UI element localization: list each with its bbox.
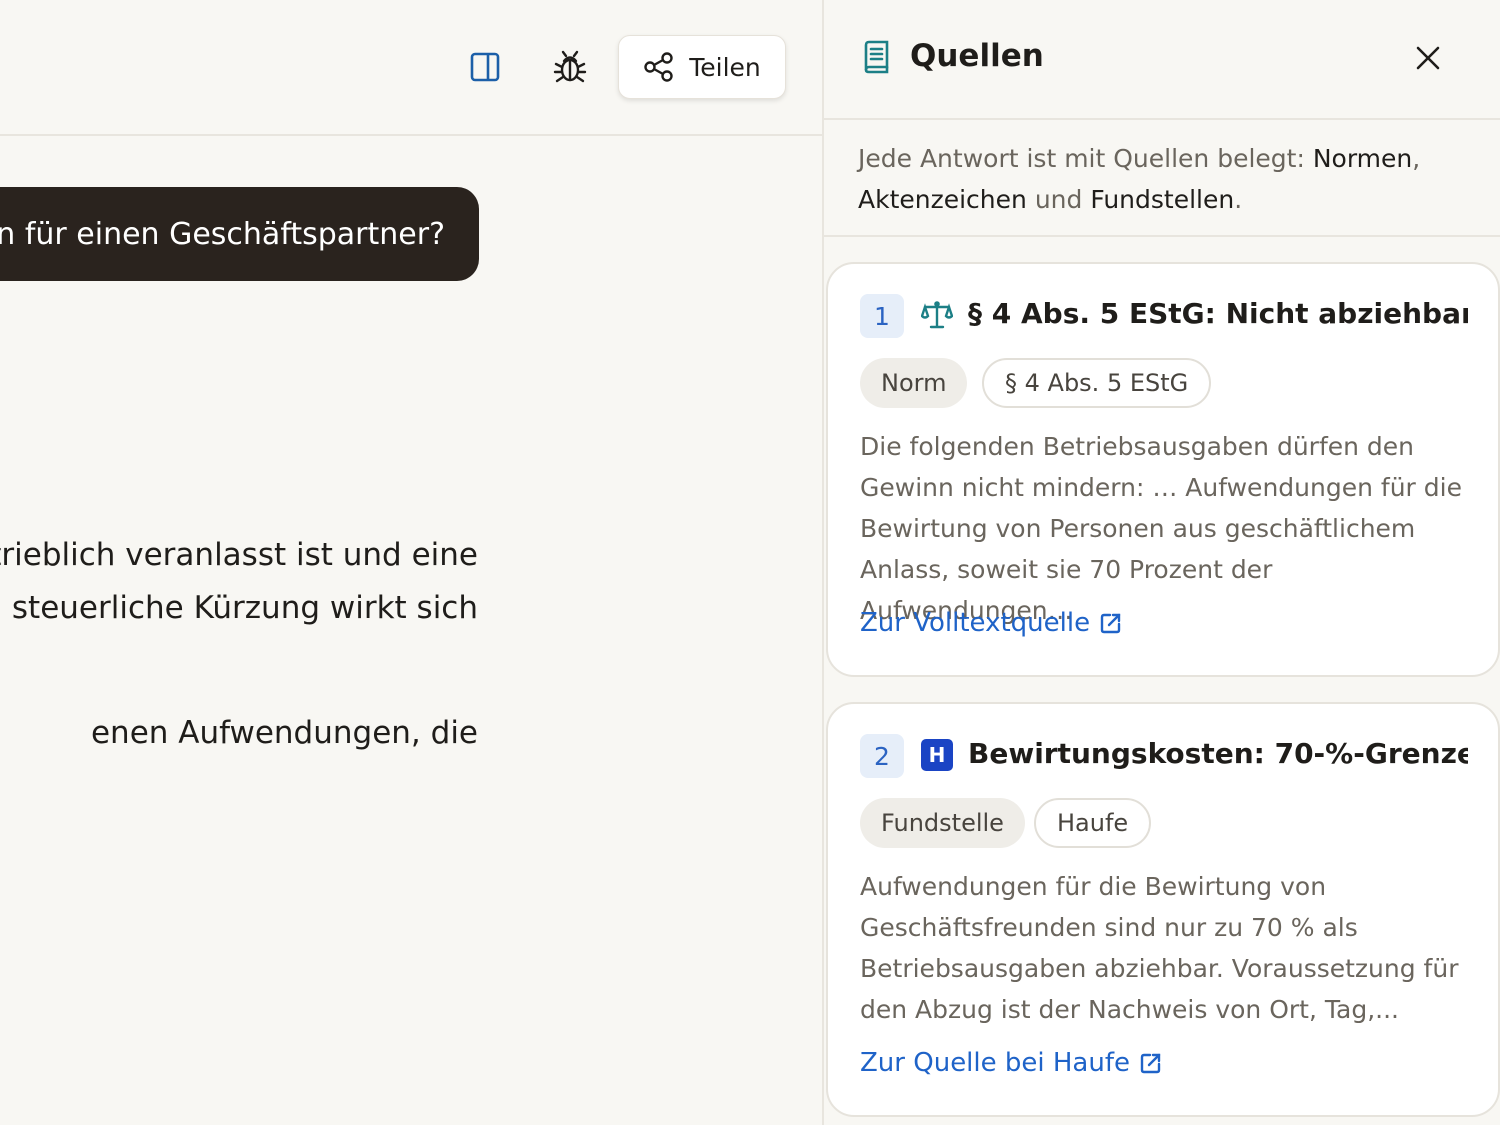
panel-intro: Jede Antwort ist mit Quellen belegt: Nor… [858, 138, 1458, 220]
source-haufe-link[interactable]: Zur Quelle bei Haufe [860, 1048, 1162, 1078]
chat-toolbar: Teilen [0, 0, 822, 136]
book-icon [864, 40, 889, 74]
intro-term-fundstellen: Fundstellen [1090, 185, 1235, 214]
source-fulltext-link[interactable]: Zur Volltextquelle [860, 608, 1122, 638]
share-label: Teilen [689, 52, 761, 82]
toggle-panel-button[interactable] [459, 41, 511, 93]
source-tag-type: Norm [860, 358, 968, 408]
share-icon [644, 52, 673, 82]
source-card[interactable]: 2 H Bewirtungskosten: 70-%-Grenze u... F… [826, 702, 1500, 1117]
link-label: Zur Quelle bei Haufe [860, 1048, 1130, 1078]
intro-term-aktenzeichen: Aktenzeichen [858, 185, 1027, 214]
source-title[interactable]: Bewirtungskosten: 70-%-Grenze u... [968, 737, 1468, 770]
answer-text-line: etrieblich veranlasst ist und eine [0, 537, 478, 573]
haufe-icon: H [920, 738, 954, 772]
report-bug-button[interactable] [544, 41, 596, 93]
source-number-badge: 2 [860, 734, 904, 778]
panel-title: Quellen [910, 38, 1044, 74]
intro-suffix: . [1234, 185, 1243, 214]
close-panel-button[interactable] [1404, 34, 1452, 82]
share-button[interactable]: Teilen [618, 35, 786, 99]
scale-icon [921, 301, 953, 329]
sources-panel-header: Quellen [824, 0, 1500, 120]
source-title[interactable]: § 4 Abs. 5 EStG: Nicht abziehbare ... [968, 297, 1468, 330]
sidebar-toggle-icon [470, 52, 500, 82]
source-tag-type: Fundstelle [860, 798, 1025, 848]
external-link-icon [1100, 613, 1121, 634]
source-number-badge: 1 [860, 294, 904, 338]
external-link-icon [1140, 1053, 1161, 1074]
source-card[interactable]: 1 § 4 Abs. 5 EStG: Nicht abziehbare ... … [826, 262, 1500, 677]
user-message-text: en für einen Geschäftspartner? [0, 216, 445, 252]
answer-text-line: enen Aufwendungen, die [90, 715, 478, 751]
bug-icon [553, 50, 587, 83]
answer-text-line: steuerliche Kürzung wirkt sich [11, 590, 478, 626]
source-type-norm [920, 298, 954, 332]
intro-text: Jede Antwort ist mit Quellen belegt: [858, 144, 1313, 173]
source-excerpt: Die folgenden Betriebsausgaben dürfen de… [860, 432, 1462, 625]
sources-panel: Quellen Jede Antwort ist mit Quellen bel… [822, 0, 1500, 1125]
intro-separator: , [1412, 144, 1421, 173]
source-tag-publisher: Haufe [1034, 798, 1152, 848]
chat-area: Teilen en für einen Geschäftspartner? et… [0, 0, 822, 1125]
haufe-badge: H [921, 739, 953, 771]
intro-separator: und [1026, 185, 1091, 214]
intro-term-normen: Normen [1312, 144, 1413, 173]
link-label: Zur Volltextquelle [860, 608, 1091, 638]
divider [824, 235, 1500, 237]
source-tag-reference: § 4 Abs. 5 EStG [982, 358, 1212, 408]
source-excerpt: Aufwendungen für die Bewirtung von Gesch… [860, 872, 1459, 1024]
user-message-bubble: en für einen Geschäftspartner? [0, 187, 479, 281]
close-icon [1416, 46, 1440, 70]
